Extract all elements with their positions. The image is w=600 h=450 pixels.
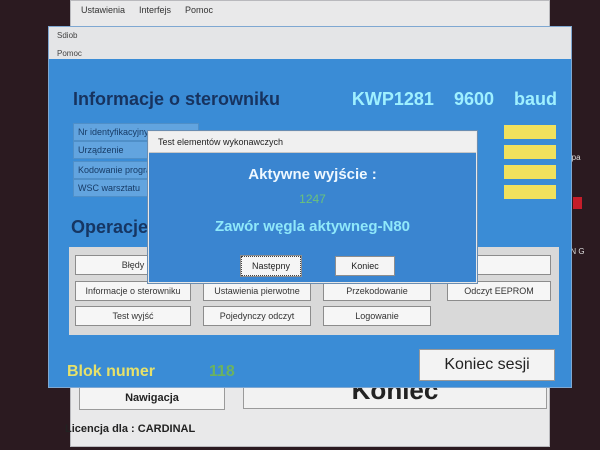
operations-heading: Operacje [71,217,149,237]
menu-item-interfejs[interactable]: Interfejs [139,5,171,15]
end-button[interactable]: Koniec [335,256,395,276]
controller-info-button[interactable]: Informacje o sterowniku [75,281,191,301]
output-test-dialog: Test elementów wykonawczych Aktywne wyjś… [148,131,477,283]
dialog-title: Test elementów wykonawczych [149,132,476,153]
protocol-name: KWP1281 [351,89,434,109]
protocol-info: KWP1281 9600 baud [352,89,557,110]
read-eeprom-button[interactable]: Odczyt EEPROM [447,281,551,301]
main-window-menu-pomoc[interactable]: Pomoc [57,49,82,58]
nawigacja-button[interactable]: Nawigacja [79,386,225,410]
info-value-field-3 [504,165,556,179]
info-value-field-1 [504,125,556,139]
output-test-button[interactable]: Test wyjść [75,306,191,326]
logging-button[interactable]: Logowanie [323,306,431,326]
menu-item-pomoc[interactable]: Pomoc [185,5,213,15]
info-value-field-4 [504,185,556,199]
license-text: Licencja dla : CARDINAL [65,423,196,435]
next-button[interactable]: Następny [240,255,302,277]
controller-info-heading: Informacje o sterowniku [73,89,281,109]
background-menubar: Ustawienia Interfejs Pomoc [71,1,549,19]
basic-settings-button[interactable]: Ustawienia pierwotne [203,281,311,301]
block-number-label: Blok numer [67,363,156,380]
active-output-label: Aktywne wyjście : [248,166,377,183]
main-window-title: Sdiob [57,31,78,40]
info-value-field-2 [504,145,556,159]
active-output-value: 1247 [299,192,326,206]
single-reading-button[interactable]: Pojedynczy odczyt [203,306,311,326]
red-app-icon [573,197,582,209]
menu-item-ustawienia[interactable]: Ustawienia [81,5,125,15]
end-session-button[interactable]: Koniec sesji [419,349,555,381]
baud-unit: baud [514,89,557,109]
baud-value: 9600 [453,89,494,109]
block-number-value: 118 [209,363,235,380]
active-output-description: Zawór węgla aktywneg-N80 [214,218,411,235]
recoding-button[interactable]: Przekodowanie [323,281,431,301]
main-window-titlebar: Sdiob Pomoc [49,27,571,59]
